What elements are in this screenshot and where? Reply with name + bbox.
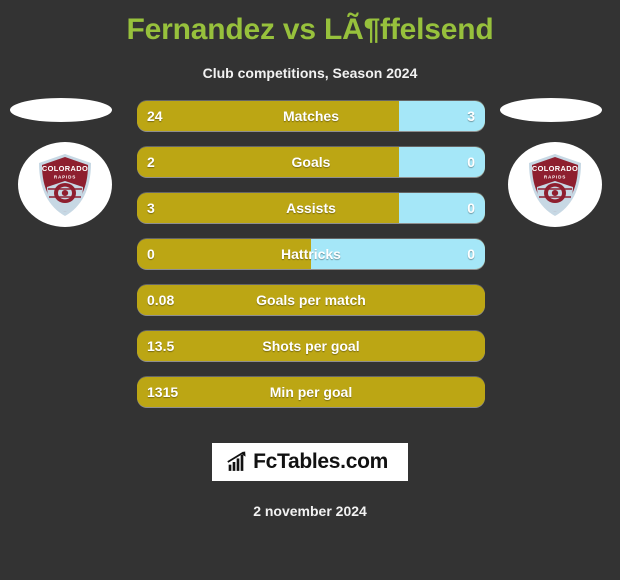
- page-subtitle: Club competitions, Season 2024: [202, 65, 418, 81]
- footer-date: 2 november 2024: [253, 503, 367, 519]
- svg-text:RAPIDS: RAPIDS: [54, 174, 76, 179]
- header: Fernandez vs LÃ¶ffelsend Club competitio…: [0, 0, 620, 82]
- stat-value-away: 3: [467, 108, 475, 124]
- page-title: Fernandez vs LÃ¶ffelsend: [126, 13, 494, 46]
- stat-row: 24 Matches 3: [137, 101, 485, 131]
- stat-label: Goals per match: [256, 292, 366, 308]
- stat-rows: 24 Matches 3 2 Goals 0 3 Assists 0 0 Hattricks 0 0.0…: [137, 101, 485, 423]
- away-shine-ellipse: [500, 98, 602, 122]
- colorado-rapids-crest-icon: COLORADO RAPIDS: [529, 153, 581, 216]
- svg-text:COLORADO: COLORADO: [42, 164, 88, 173]
- comparison-area: COLORADO RAPIDS COLORADO RAPIDS 24 Matche…: [0, 92, 620, 412]
- bar-chart-icon: [227, 451, 246, 471]
- stat-label: Matches: [282, 108, 340, 124]
- svg-text:RAPIDS: RAPIDS: [544, 174, 566, 179]
- stat-value-away: 0: [467, 154, 475, 170]
- away-badge-ellipse: COLORADO RAPIDS: [508, 142, 602, 227]
- footer: FcTables.com 2 november 2024: [0, 443, 620, 519]
- team-away-badge-area: COLORADO RAPIDS: [490, 92, 620, 292]
- stat-label: Goals: [291, 154, 331, 170]
- stat-label: Min per goal: [269, 384, 353, 400]
- stat-row: 2 Goals 0: [137, 147, 485, 177]
- colorado-rapids-crest-icon: COLORADO RAPIDS: [39, 153, 91, 216]
- stat-label: Hattricks: [281, 246, 341, 262]
- stat-row: 0 Hattricks 0: [137, 239, 485, 269]
- fctables-wordmark: FcTables.com: [253, 450, 388, 473]
- stat-row: 1315 Min per goal: [137, 377, 485, 407]
- home-shine-ellipse: [10, 98, 112, 122]
- stat-row: 3 Assists 0: [137, 193, 485, 223]
- stat-value-away: 0: [467, 246, 475, 262]
- fctables-logo[interactable]: FcTables.com: [212, 443, 408, 481]
- stat-value-away: 0: [467, 200, 475, 216]
- stat-label: Shots per goal: [262, 338, 360, 354]
- stat-row: 13.5 Shots per goal: [137, 331, 485, 361]
- svg-text:COLORADO: COLORADO: [532, 164, 578, 173]
- team-home-badge-area: COLORADO RAPIDS: [0, 92, 130, 292]
- home-badge-ellipse: COLORADO RAPIDS: [18, 142, 112, 227]
- stat-label: Assists: [286, 200, 336, 216]
- stat-row: 0.08 Goals per match: [137, 285, 485, 315]
